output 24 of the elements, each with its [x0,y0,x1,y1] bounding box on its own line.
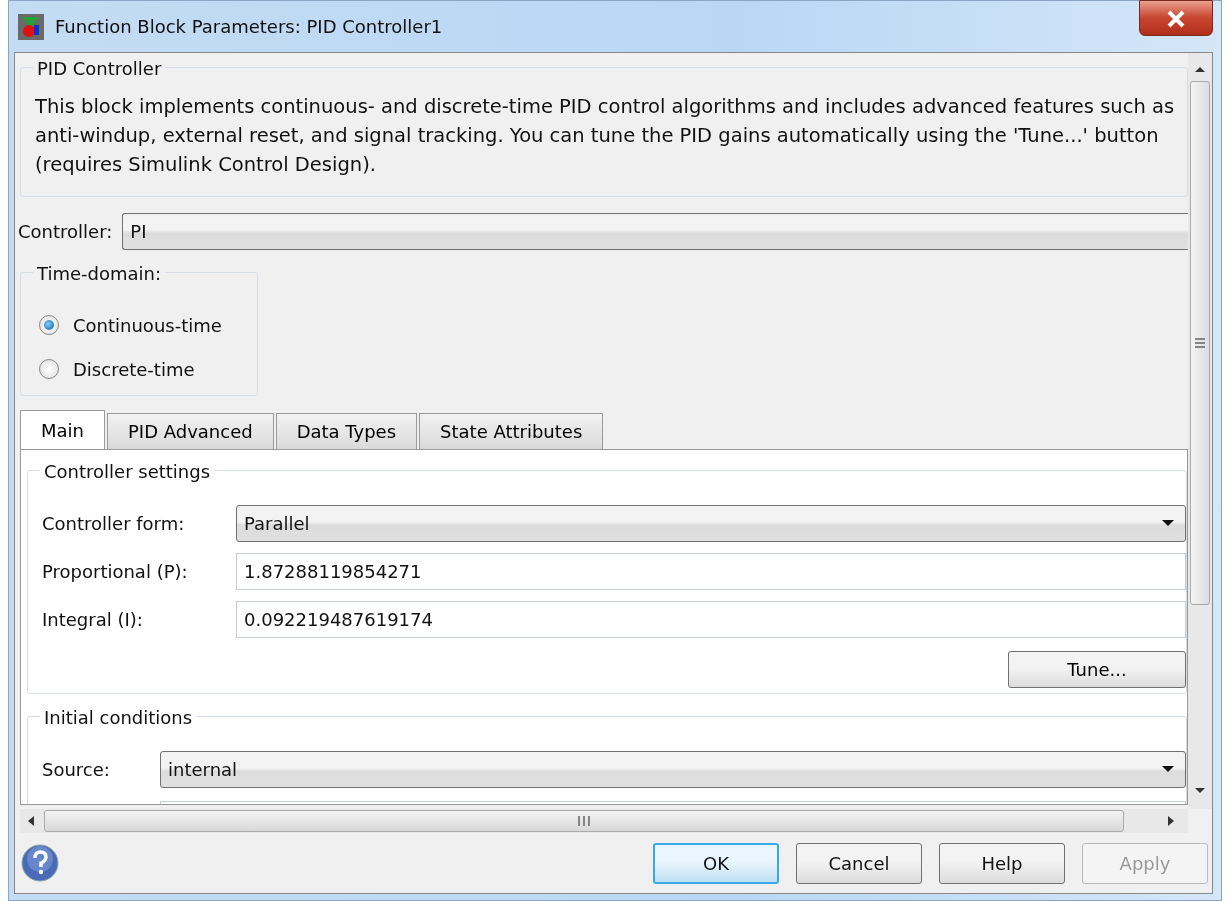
radio-label: Continuous-time [73,313,222,338]
dropdown[interactable]: internal [160,750,1186,788]
description-text: This block implements continuous- and discrete-time PID control algorithms and includes advanced features such as anti-windup, external reset, and signal tracking. You can tune the PID gains automatically using the 'Tune...' button (requires Simulink Control Design). [35,94,1176,178]
radio-label: Discrete-time [73,357,195,382]
controller-dropdown[interactable]: PI [122,213,1188,250]
tab[interactable]: Data Types [275,413,418,449]
field-label: Integral (I): [42,607,144,632]
field-label: Source: [42,757,111,782]
tab[interactable]: Main [20,410,105,449]
dialog-button[interactable]: Help [939,842,1065,884]
input-field[interactable]: 0.092219487619174 [236,600,1186,638]
dropdown[interactable]: Parallel [236,504,1186,542]
tab[interactable]: PID Advanced [107,413,274,449]
dropdown-value: internal [168,757,238,782]
field-label: Controller: [18,220,113,244]
field-label: Controller form: [42,511,186,536]
dialog-button[interactable]: Cancel [796,842,922,884]
tune-button[interactable]: Tune... [1008,651,1186,688]
dialog-button[interactable]: OK [653,842,779,884]
dropdown-value: Parallel [244,511,310,536]
window-title: Function Block Parameters: PID Controller1 [55,15,443,39]
field-label: Proportional (P): [42,559,189,584]
input-field[interactable]: 1.87288119854271 [236,552,1186,590]
tab[interactable]: State Attributes [419,413,604,449]
